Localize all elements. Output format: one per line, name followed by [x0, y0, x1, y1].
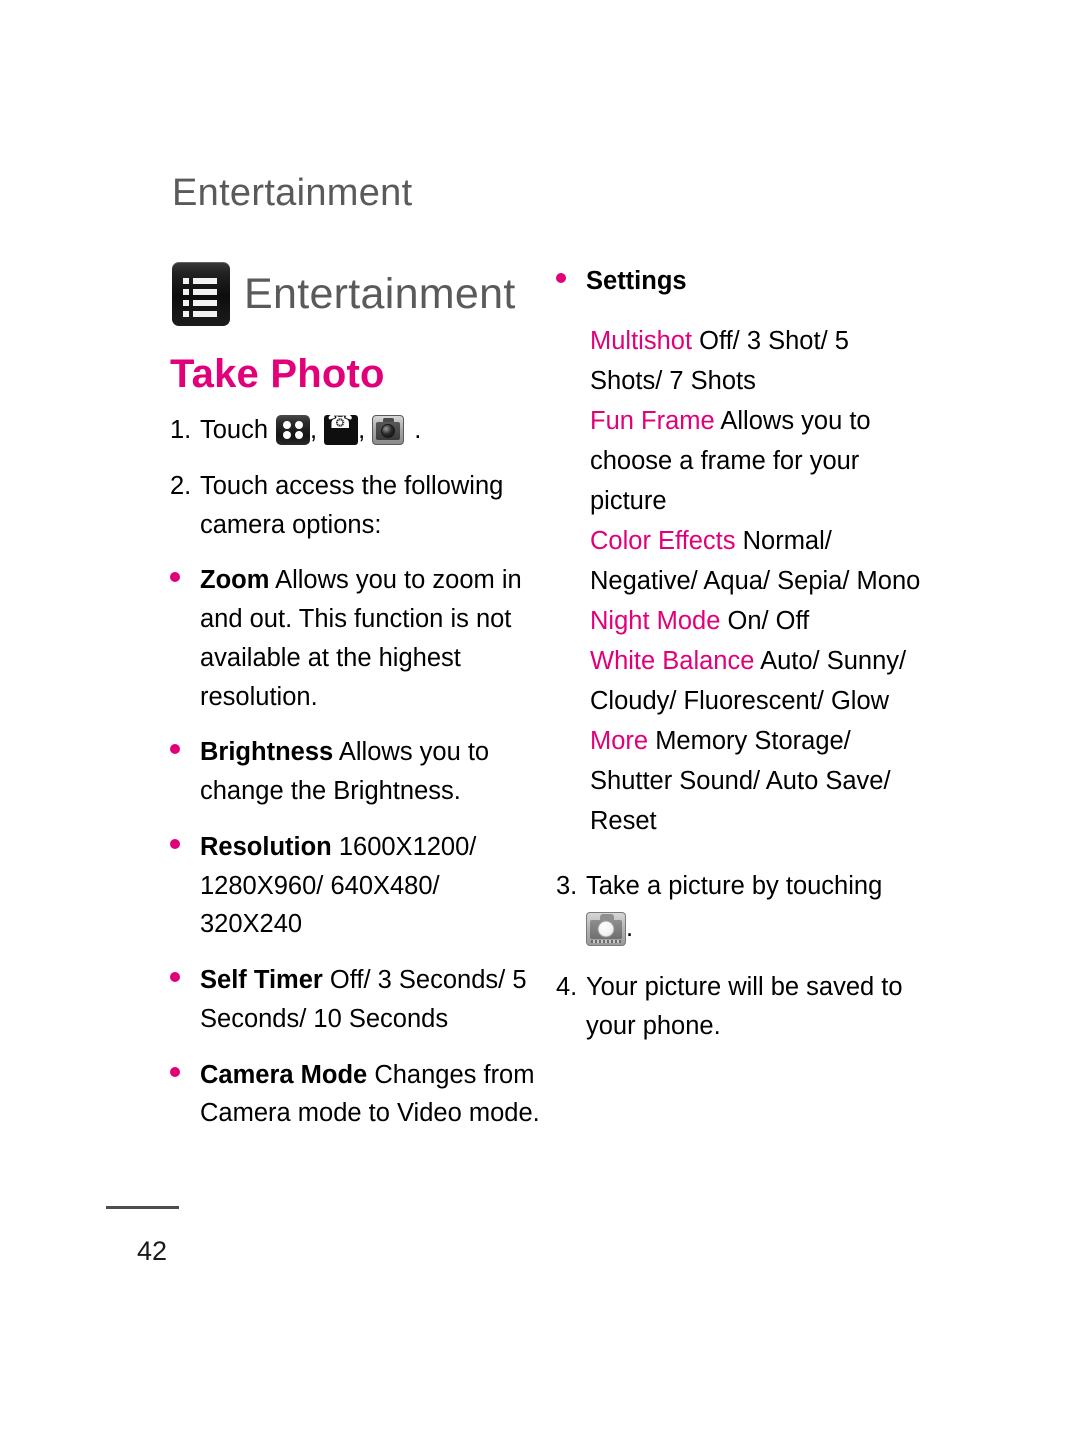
setting-white-balance-key: White Balance — [590, 647, 755, 675]
bullet-settings-label: Settings — [586, 267, 687, 295]
setting-fun-frame: Fun Frame Allows you to choose a frame f… — [556, 401, 928, 521]
manual-page: Entertainment Entertainment Take Photo 1… — [0, 0, 1080, 1430]
setting-more-key: More — [590, 727, 649, 756]
step-2: 2. Touch access the following camera opt… — [170, 467, 542, 545]
bullet-zoom: Zoom Allows you to zoom in and out. This… — [170, 561, 542, 716]
step-2-number: 2. — [170, 471, 192, 500]
bullet-self-timer-lead: Self Timer — [200, 966, 323, 994]
bullet-marker — [556, 262, 586, 301]
bullet-settings: Settings — [556, 262, 928, 301]
bullet-marker — [170, 961, 200, 1039]
bullet-self-timer: Self Timer Off/ 3 Seconds/ 5 Seconds/ 10… — [170, 961, 542, 1039]
step-3-number: 3. — [556, 872, 578, 901]
camera-icon — [372, 415, 405, 446]
setting-more: More Memory Storage/ Shutter Sound/ Auto… — [556, 721, 928, 841]
step-1-number: 1. — [170, 416, 192, 444]
setting-multishot-key: Multishot — [590, 326, 693, 355]
bullet-brightness-lead: Brightness — [200, 738, 334, 767]
list-menu-icon — [172, 262, 230, 326]
bullet-marker — [170, 561, 200, 716]
step-4-text: Your picture will be saved to your phone… — [586, 972, 903, 1040]
setting-night-mode-value: On/ Off — [720, 606, 810, 635]
bullet-marker — [170, 733, 200, 811]
setting-color-effects-key: Color Effects — [590, 526, 736, 555]
phone-icon — [324, 415, 359, 446]
right-column: Settings Multishot Off/ 3 Shot/ 5 Shots/… — [556, 262, 928, 1062]
running-header: Entertainment — [172, 172, 413, 214]
step-4-number: 4. — [556, 972, 578, 1001]
step-2-text: Touch access the following camera option… — [200, 471, 504, 539]
bullet-resolution-lead: Resolution — [200, 832, 332, 861]
step-1-period: . — [414, 416, 422, 444]
step-3-text: Take a picture by touching — [586, 872, 883, 901]
step-4: 4. Your picture will be saved to your ph… — [556, 968, 928, 1046]
setting-night-mode: Night Mode On/ Off — [556, 601, 928, 641]
step-3: 3. Take a picture by touching — [556, 867, 928, 906]
bullet-camera-mode-lead: Camera Mode — [200, 1060, 368, 1089]
setting-fun-frame-key: Fun Frame — [590, 406, 715, 435]
page-title: Take Photo — [170, 352, 385, 396]
bullet-zoom-lead: Zoom — [200, 566, 270, 595]
setting-color-effects: Color Effects Normal/ Negative/ Aqua/ Se… — [556, 521, 928, 601]
camera-icon — [586, 911, 626, 946]
bullet-camera-mode: Camera Mode Changes from Camera mode to … — [170, 1056, 542, 1134]
settings-list: Multishot Off/ 3 Shot/ 5 Shots/ 7 Shots … — [556, 321, 928, 841]
bullet-brightness: Brightness Allows you to change the Brig… — [170, 733, 542, 811]
setting-night-mode-key: Night Mode — [590, 606, 721, 635]
footer-divider — [106, 1206, 179, 1209]
step-3-icon-line: . — [556, 911, 928, 946]
bullet-resolution: Resolution 1600X1200/ 1280X960/ 640X480/… — [170, 828, 542, 944]
step-1-label: Touch — [200, 416, 269, 444]
setting-multishot: Multishot Off/ 3 Shot/ 5 Shots/ 7 Shots — [556, 321, 928, 401]
step-3-period: . — [626, 914, 634, 943]
step-1: 1. Touch , , . — [170, 411, 542, 450]
grid-icon — [276, 415, 311, 446]
chapter-heading: Entertainment — [172, 262, 516, 326]
bullet-marker — [170, 1056, 200, 1134]
page-number: 42 — [137, 1236, 168, 1266]
chapter-title: Entertainment — [244, 269, 516, 318]
setting-white-balance: White Balance Auto/ Sunny/ Cloudy/ Fluor… — [556, 641, 928, 721]
step-1-separator-2: , — [358, 416, 366, 444]
bullet-marker — [170, 828, 200, 944]
left-column: Take Photo 1. Touch , , . 2. Touch acces… — [170, 352, 542, 1150]
